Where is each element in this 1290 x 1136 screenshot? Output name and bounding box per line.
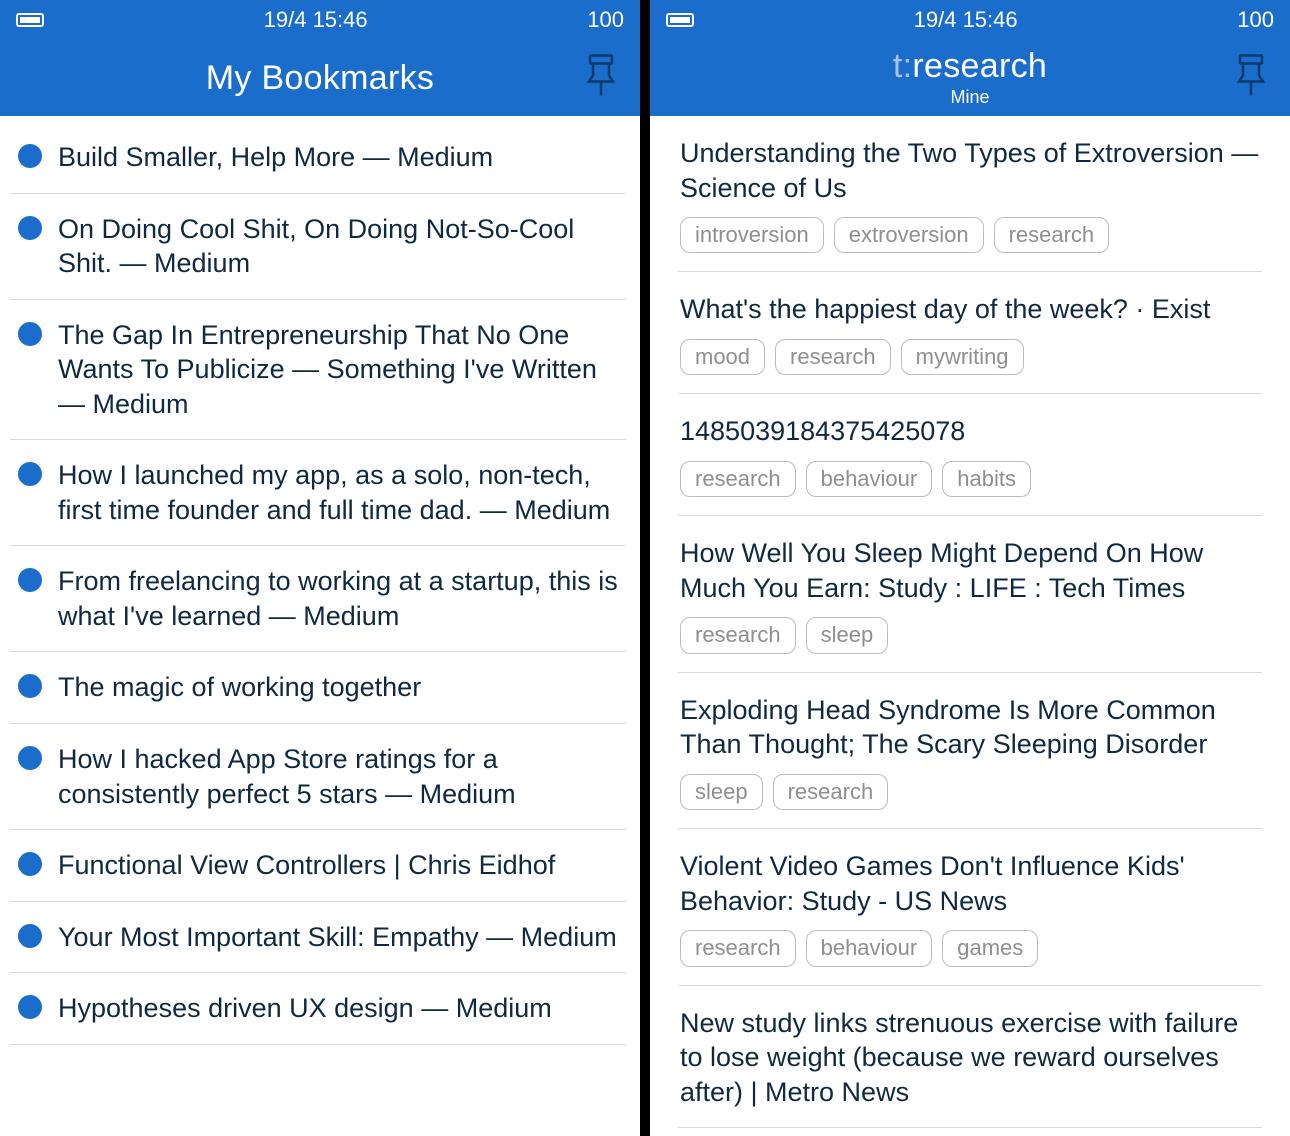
bookmark-list: Build Smaller, Help More — Medium On Doin… [0, 116, 640, 1136]
list-item[interactable]: How I launched my app, as a solo, non-te… [10, 440, 626, 546]
item-title: The magic of working together [58, 670, 421, 705]
tag[interactable]: games [942, 930, 1038, 966]
list-item[interactable]: 1485039184375425078 research behaviourhabi… [678, 394, 1262, 516]
right-screen: 19/4 15:46 100 t:research Mine Understan… [650, 0, 1290, 1136]
status-battery-icon [666, 13, 694, 27]
status-bar: 19/4 15:46 100 [650, 0, 1290, 40]
unread-bullet-icon [18, 462, 42, 486]
list-item[interactable]: The magic of working together [10, 652, 626, 724]
item-title: On Doing Cool Shit, On Doing Not-So-Cool… [58, 212, 626, 281]
battery-icon [666, 13, 694, 27]
battery-icon [16, 13, 44, 27]
unread-bullet-icon [18, 568, 42, 592]
pin-icon[interactable] [584, 54, 618, 103]
list-item[interactable]: Exploding Head Syndrome Is More Common T… [678, 673, 1262, 829]
item-title: 1485039184375425078 [680, 414, 965, 449]
list-item[interactable]: Your Most Important Skill: Empathy — Med… [10, 902, 626, 974]
list-item[interactable]: New study links strenuous exercise with … [678, 986, 1262, 1129]
tag[interactable]: mood [680, 339, 765, 375]
unread-bullet-icon [18, 746, 42, 770]
unread-bullet-icon [18, 852, 42, 876]
tag-list: research sleep [680, 617, 888, 653]
unread-bullet-icon [18, 924, 42, 948]
page-title: t:research [893, 48, 1047, 85]
header: t:research Mine [650, 40, 1290, 116]
tag-list: introversion extroversion research [680, 217, 1109, 253]
screen-divider [640, 0, 650, 1136]
item-title: New study links strenuous exercise with … [680, 1006, 1262, 1110]
header: My Bookmarks [0, 40, 640, 116]
unread-bullet-icon [18, 322, 42, 346]
tag-list: research behaviourhabits [680, 461, 1031, 497]
item-title: How Well You Sleep Might Depend On How M… [680, 536, 1262, 605]
item-title: What's the happiest day of the week? · E… [680, 292, 1210, 327]
title-text: research [912, 47, 1047, 85]
unread-bullet-icon [18, 674, 42, 698]
item-title: How I hacked App Store ratings for a con… [58, 742, 626, 811]
status-battery-level: 100 [587, 7, 624, 33]
list-item[interactable]: On Doing Cool Shit, On Doing Not-So-Cool… [10, 194, 626, 300]
item-title: How I launched my app, as a solo, non-te… [58, 458, 626, 527]
pin-icon[interactable] [1234, 54, 1268, 103]
list-item[interactable]: Functional View Controllers | Chris Eidh… [10, 830, 626, 902]
tag[interactable]: research [680, 617, 796, 653]
list-item[interactable]: How I hacked App Store ratings for a con… [10, 724, 626, 830]
status-bar: 19/4 15:46 100 [0, 0, 640, 40]
list-item[interactable]: Understanding the Two Types of Extrovers… [678, 116, 1262, 272]
item-title: The Gap In Entrepreneurship That No One … [58, 318, 626, 422]
list-item[interactable]: How Well You Sleep Might Depend On How M… [678, 516, 1262, 672]
list-item[interactable]: Violent Video Games Don't Influence Kids… [678, 829, 1262, 985]
item-title: From freelancing to working at a startup… [58, 564, 626, 633]
unread-bullet-icon [18, 216, 42, 240]
item-title: Functional View Controllers | Chris Eidh… [58, 848, 555, 883]
tag[interactable]: research [773, 774, 889, 810]
item-title: Violent Video Games Don't Influence Kids… [680, 849, 1262, 918]
list-item[interactable]: Hypotheses driven UX design — Medium [10, 973, 626, 1045]
tag-list: mood research mywriting [680, 339, 1024, 375]
page-title: My Bookmarks [206, 59, 434, 98]
left-screen: 19/4 15:46 100 My Bookmarks Build Smalle… [0, 0, 640, 1136]
status-time: 19/4 15:46 [914, 7, 1018, 33]
tag[interactable]: sleep [806, 617, 889, 653]
item-title: Hypotheses driven UX design — Medium [58, 991, 552, 1026]
tag[interactable]: mywriting [901, 339, 1024, 375]
page-subtitle: Mine [950, 88, 989, 108]
tag[interactable]: research [680, 930, 796, 966]
bookmark-list: Understanding the Two Types of Extrovers… [650, 116, 1290, 1136]
tag[interactable]: research [994, 217, 1110, 253]
status-time: 19/4 15:46 [264, 7, 368, 33]
item-title: Your Most Important Skill: Empathy — Med… [58, 920, 617, 955]
tag[interactable]: extroversion [834, 217, 984, 253]
item-title: Understanding the Two Types of Extrovers… [680, 136, 1262, 205]
status-battery-level: 100 [1237, 7, 1274, 33]
list-item[interactable]: The Gap In Entrepreneurship That No One … [10, 300, 626, 441]
item-title: Exploding Head Syndrome Is More Common T… [680, 693, 1262, 762]
list-item[interactable]: Build Smaller, Help More — Medium [10, 122, 626, 194]
status-battery-icon [16, 13, 44, 27]
tag[interactable]: introversion [680, 217, 824, 253]
tag[interactable]: behaviour [806, 461, 933, 497]
tag[interactable]: behaviour [806, 930, 933, 966]
unread-bullet-icon [18, 144, 42, 168]
tag-list: research behaviourgames [680, 930, 1038, 966]
list-item[interactable]: What's the happiest day of the week? · E… [678, 272, 1262, 394]
tag-list: sleep research [680, 774, 888, 810]
tag[interactable]: habits [942, 461, 1031, 497]
unread-bullet-icon [18, 995, 42, 1019]
tag[interactable]: research [775, 339, 891, 375]
title-prefix: t: [893, 47, 913, 85]
tag[interactable]: research [680, 461, 796, 497]
tag[interactable]: sleep [680, 774, 763, 810]
list-item[interactable]: From freelancing to working at a startup… [10, 546, 626, 652]
item-title: Build Smaller, Help More — Medium [58, 140, 493, 175]
